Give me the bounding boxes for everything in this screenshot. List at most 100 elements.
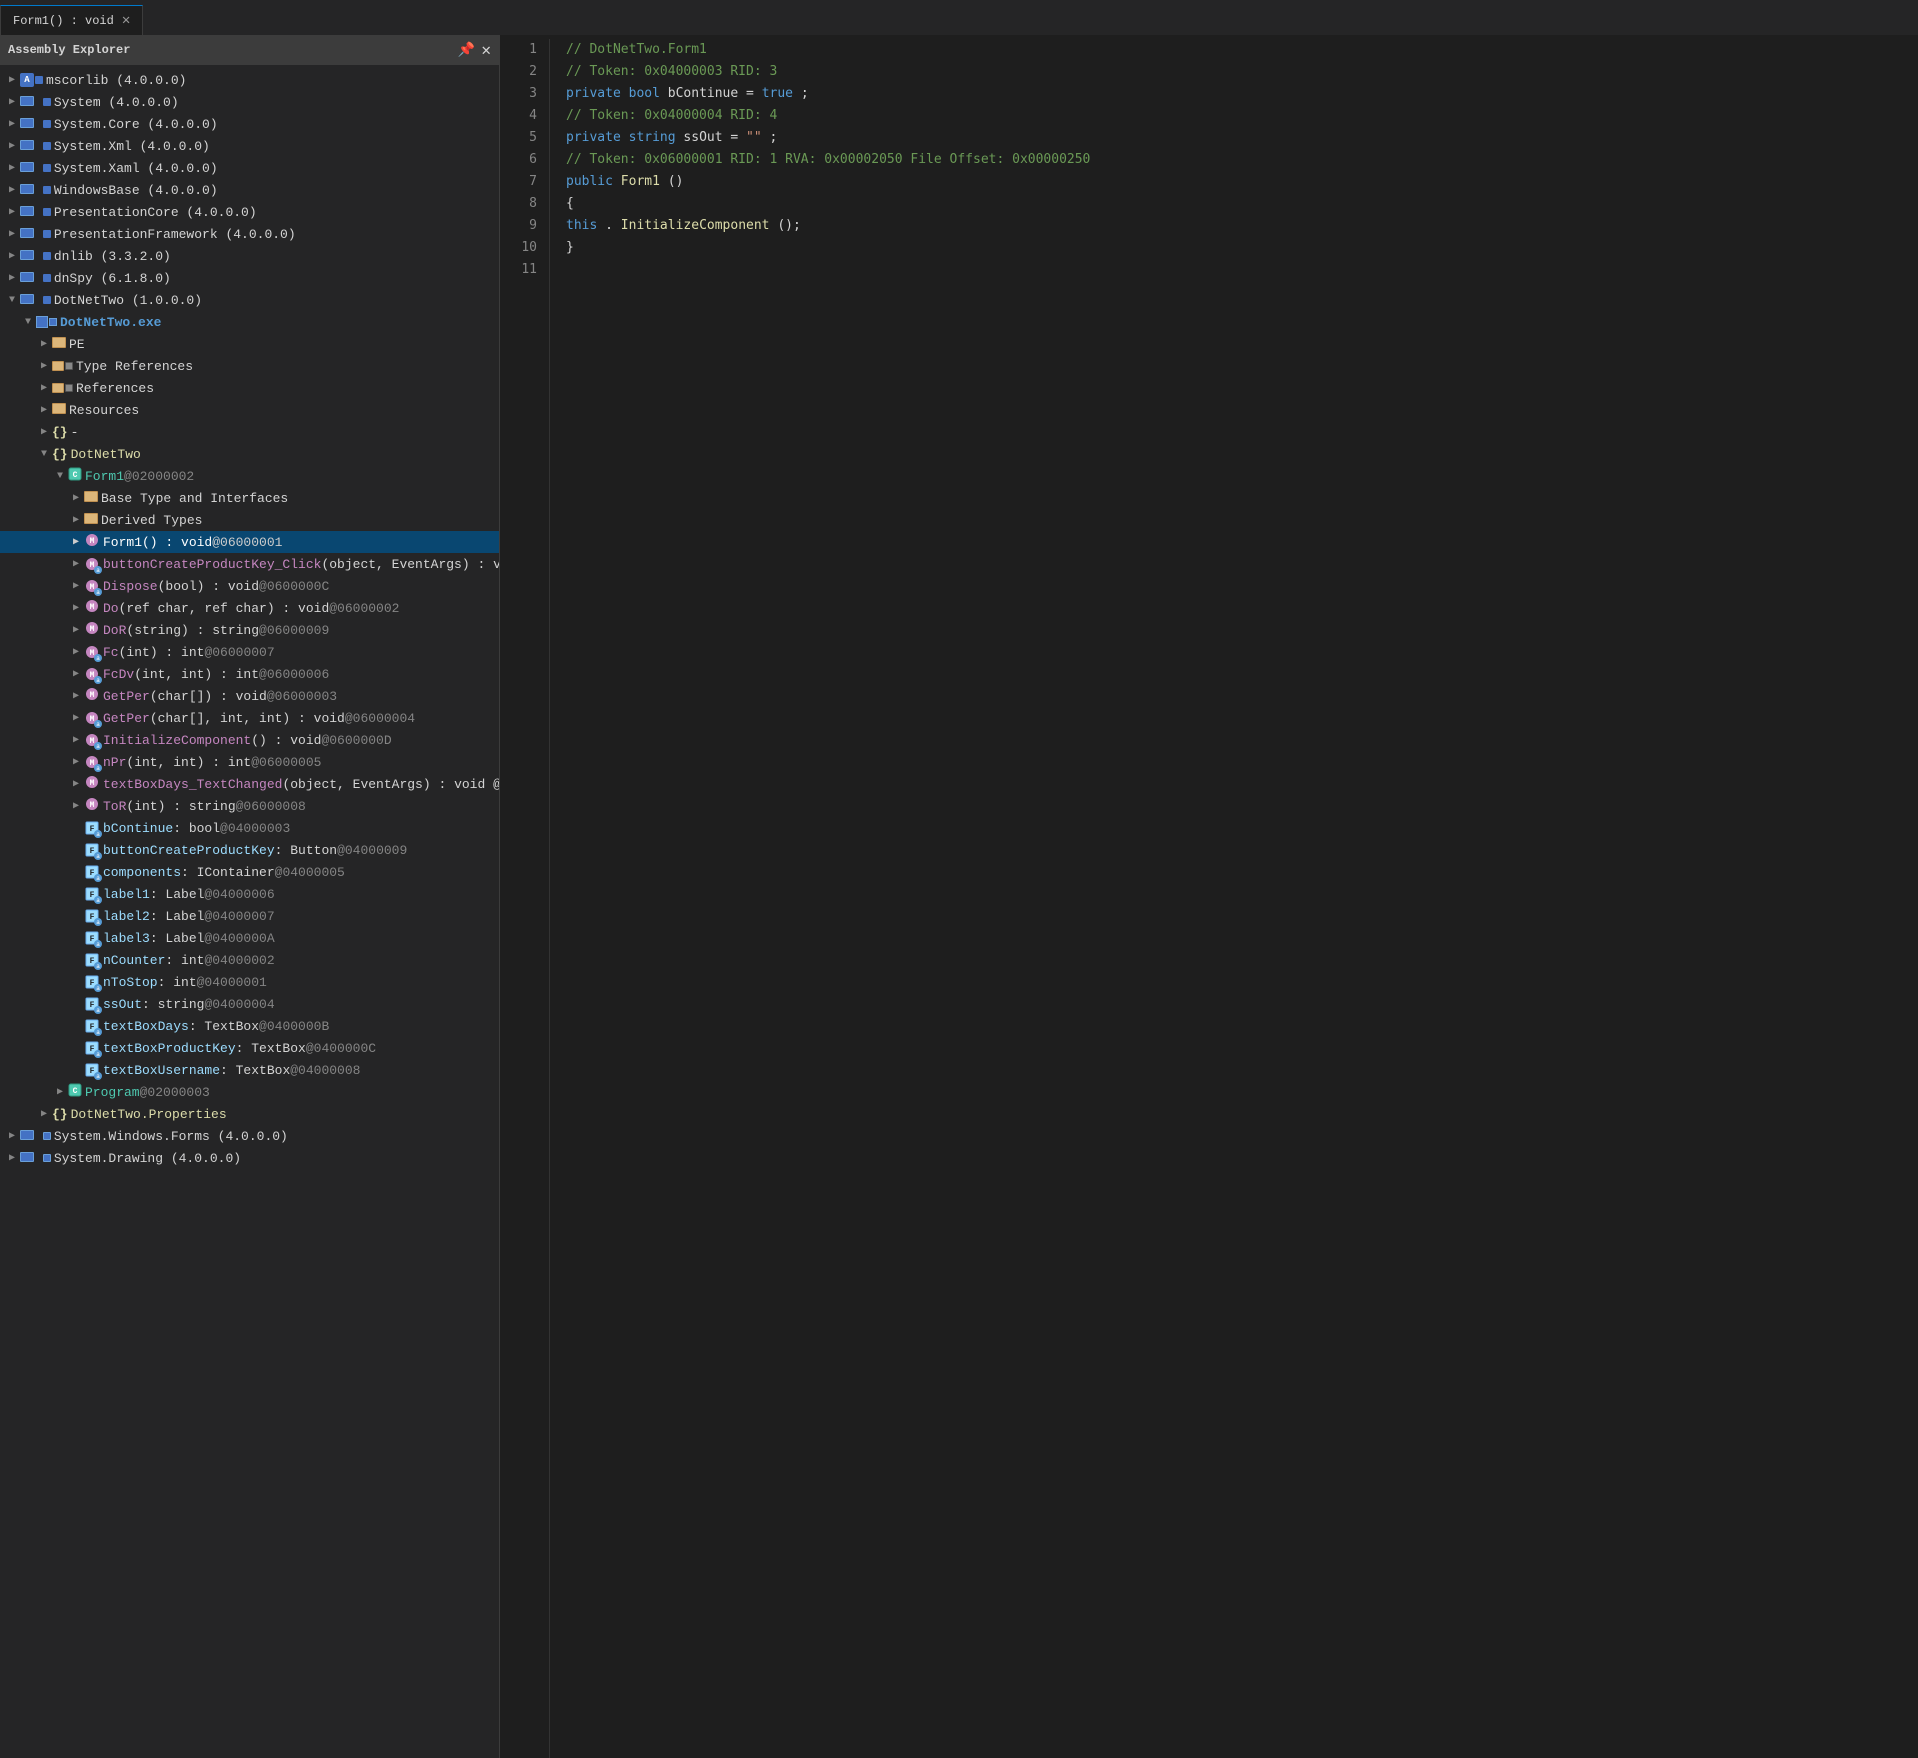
list-item[interactable]: ▶ M a Dispose (bool) : void @0600000C — [0, 575, 499, 597]
expand-icon: ▶ — [4, 1150, 20, 1166]
list-item[interactable]: ▶ Base Type and Interfaces — [0, 487, 499, 509]
list-item[interactable]: ▶ PE — [0, 333, 499, 355]
list-item[interactable]: ▶ F a textBoxUsername : TextBox @0400000… — [0, 1059, 499, 1081]
field-icon: F a — [84, 1040, 100, 1056]
main-layout: Form1() : void ✕ Assembly Explorer 📌 ✕ ▶ — [0, 0, 1918, 1758]
item-token: @06000002 — [329, 601, 399, 616]
list-item[interactable]: ▶ F a bContinue : bool @04000003 — [0, 817, 499, 839]
line-number: 10 — [500, 237, 537, 259]
code-area[interactable]: 1 2 3 4 5 6 7 8 9 10 11 // DotNetTwo. — [500, 35, 1918, 1758]
list-item[interactable]: ▶ F a components : IContainer @04000005 — [0, 861, 499, 883]
item-token: @04000009 — [337, 843, 407, 858]
close-icon[interactable]: ✕ — [122, 12, 130, 29]
item-label: System.Xaml (4.0.0.0) — [54, 161, 218, 176]
list-item[interactable]: ▶ M textBoxDays_TextChanged (object, Eve… — [0, 773, 499, 795]
list-item[interactable]: ▶ M Form1() : void @06000001 — [0, 531, 499, 553]
list-item[interactable]: ▶ System.Core (4.0.0.0) — [0, 113, 499, 135]
list-item[interactable]: ▶ System.Xml (4.0.0.0) — [0, 135, 499, 157]
list-item[interactable]: ▶ M a FcDv (int, int) : int @06000006 — [0, 663, 499, 685]
list-item[interactable]: ▶ System.Windows.Forms (4.0.0.0) — [0, 1125, 499, 1147]
list-item[interactable]: ▶ F a label3 : Label @0400000A — [0, 927, 499, 949]
list-item[interactable]: ▶ {} - — [0, 421, 499, 443]
expand-icon: ▼ — [4, 292, 20, 308]
list-item[interactable]: ▶ F a nToStop : int @04000001 — [0, 971, 499, 993]
item-token: @04000003 — [220, 821, 290, 836]
list-item[interactable]: ▶ System.Drawing (4.0.0.0) — [0, 1147, 499, 1169]
item-label: Derived Types — [101, 513, 202, 528]
close-panel-icon[interactable]: ✕ — [481, 40, 491, 60]
expand-icon: ▶ — [36, 402, 52, 418]
item-token: @0600000D — [321, 733, 391, 748]
list-item[interactable]: ▶ Type References — [0, 355, 499, 377]
list-item[interactable]: ▶ M DoR (string) : string @06000009 — [0, 619, 499, 641]
folder-icon — [52, 403, 66, 418]
list-item[interactable]: ▶ Resources — [0, 399, 499, 421]
item-label: bContinue — [103, 821, 173, 836]
list-item[interactable]: ▶ M a buttonCreateProductKey_Click (obje… — [0, 553, 499, 575]
item-label: label3 — [103, 931, 150, 946]
list-item[interactable]: ▶ dnSpy (6.1.8.0) — [0, 267, 499, 289]
item-label2: (int) : int — [119, 645, 205, 660]
list-item[interactable]: ▶ dnlib (3.3.2.0) — [0, 245, 499, 267]
list-item[interactable]: ▶ M a InitializeComponent () : void @060… — [0, 729, 499, 751]
item-label: Resources — [69, 403, 139, 418]
list-item[interactable]: ▶ F a label2 : Label @04000007 — [0, 905, 499, 927]
list-item[interactable]: ▶ M a GetPer (char[], int, int) : void @… — [0, 707, 499, 729]
list-item[interactable]: ▶ {} DotNetTwo.Properties — [0, 1103, 499, 1125]
expand-icon: ▶ — [68, 556, 84, 572]
expand-icon: ▶ — [68, 798, 84, 814]
method-icon: M — [84, 598, 100, 618]
assembly-icon — [20, 1129, 51, 1144]
list-item[interactable]: ▶ F a textBoxDays : TextBox @0400000B — [0, 1015, 499, 1037]
list-item[interactable]: ▶ M GetPer (char[]) : void @06000003 — [0, 685, 499, 707]
assembly-icon — [20, 117, 51, 132]
list-item[interactable]: ▶ F a textBoxProductKey : TextBox @04000… — [0, 1037, 499, 1059]
tree-container[interactable]: ▶ A mscorlib (4.0.0.0) ▶ System (4.0.0.0… — [0, 65, 499, 1758]
item-label2: (object, EventArgs) : void @06... — [282, 777, 499, 792]
list-item[interactable]: ▶ M ToR (int) : string @06000008 — [0, 795, 499, 817]
item-token: @06000007 — [204, 645, 274, 660]
item-label: PE — [69, 337, 85, 352]
code-content[interactable]: // DotNetTwo.Form1 // Token: 0x04000003 … — [550, 39, 1918, 1758]
item-label: WindowsBase (4.0.0.0) — [54, 183, 218, 198]
item-label: Form1() : void — [103, 535, 212, 550]
list-item[interactable]: ▶ F a label1 : Label @04000006 — [0, 883, 499, 905]
expand-icon: ▶ — [4, 1128, 20, 1144]
list-item[interactable]: ▶ PresentationCore (4.0.0.0) — [0, 201, 499, 223]
list-item[interactable]: ▶ System.Xaml (4.0.0.0) — [0, 157, 499, 179]
expand-icon: ▶ — [68, 688, 84, 704]
list-item[interactable]: ▼ {} DotNetTwo — [0, 443, 499, 465]
tab-form1[interactable]: Form1() : void ✕ — [0, 5, 143, 35]
list-item[interactable]: ▶ C Program @02000003 — [0, 1081, 499, 1103]
expand-icon: ▶ — [68, 644, 84, 660]
assembly-icon — [20, 271, 51, 286]
pin-icon[interactable]: 📌 — [458, 42, 475, 59]
code-line: // Token: 0x04000003 RID: 3 — [566, 61, 1918, 83]
list-item[interactable]: ▶ M a nPr (int, int) : int @06000005 — [0, 751, 499, 773]
list-item[interactable]: ▶ WindowsBase (4.0.0.0) — [0, 179, 499, 201]
list-item[interactable]: ▶ PresentationFramework (4.0.0.0) — [0, 223, 499, 245]
field-icon: F a — [84, 842, 100, 858]
list-item[interactable]: ▼ DotNetTwo.exe — [0, 311, 499, 333]
list-item[interactable]: ▼ C Form1 @02000002 — [0, 465, 499, 487]
list-item[interactable]: ▼ DotNetTwo (1.0.0.0) — [0, 289, 499, 311]
folder-icon — [52, 337, 66, 352]
expand-icon: ▶ — [4, 138, 20, 154]
method-icon: M a — [84, 644, 100, 660]
item-token: @06000001 — [212, 535, 282, 550]
line-number: 9 — [500, 215, 537, 237]
expand-icon: ▶ — [4, 204, 20, 220]
list-item[interactable]: ▶ M a Fc (int) : int @06000007 — [0, 641, 499, 663]
method-icon: M — [84, 796, 100, 816]
list-item[interactable]: ▶ F a nCounter : int @04000002 — [0, 949, 499, 971]
assembly-icon — [20, 183, 51, 198]
list-item[interactable]: ▶ F a ssOut : string @04000004 — [0, 993, 499, 1015]
item-label: buttonCreateProductKey — [103, 843, 275, 858]
list-item[interactable]: ▶ System (4.0.0.0) — [0, 91, 499, 113]
list-item[interactable]: ▶ F a buttonCreateProductKey : Button @0… — [0, 839, 499, 861]
list-item[interactable]: ▶ A mscorlib (4.0.0.0) — [0, 69, 499, 91]
list-item[interactable]: ▶ References — [0, 377, 499, 399]
list-item[interactable]: ▶ Derived Types — [0, 509, 499, 531]
main-content: Assembly Explorer 📌 ✕ ▶ A mscorlib (4.0.… — [0, 35, 1918, 1758]
list-item[interactable]: ▶ M Do (ref char, ref char) : void @0600… — [0, 597, 499, 619]
